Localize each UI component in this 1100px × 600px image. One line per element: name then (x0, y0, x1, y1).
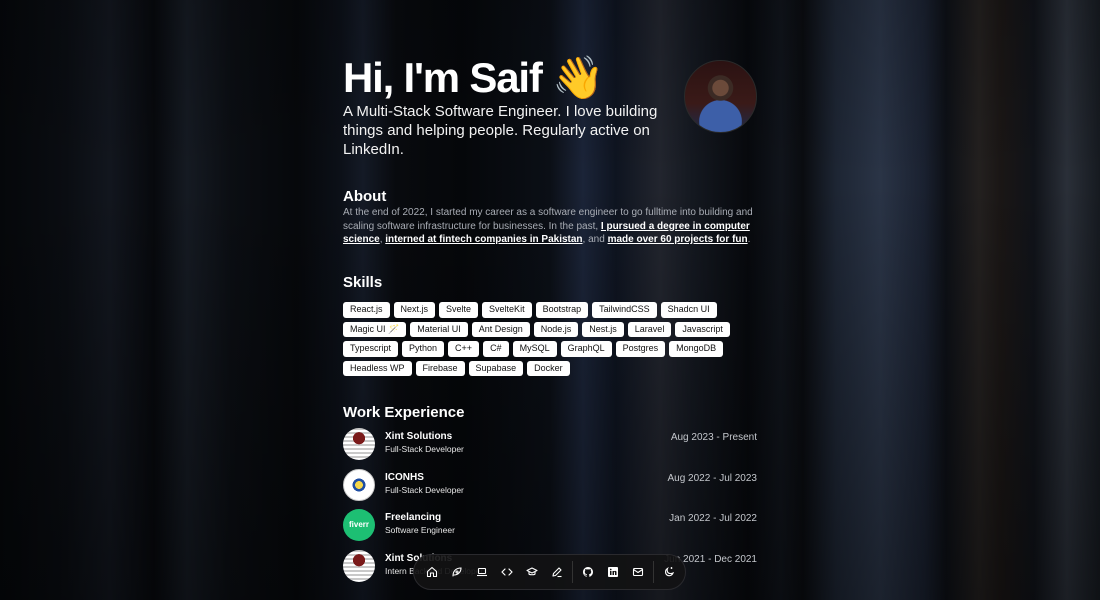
mail-icon[interactable] (628, 562, 648, 582)
job-dates: Aug 2023 - Present (670, 432, 757, 443)
skill-badge: Postgres (615, 341, 666, 357)
job-dates: Aug 2022 - Jul 2023 (667, 473, 757, 484)
skill-badge: C++ (448, 341, 480, 357)
about-text-part: . (747, 234, 751, 245)
company-name: ICONHS (385, 472, 424, 483)
theme-toggle-icon[interactable] (659, 562, 679, 582)
skill-badge: Python (402, 341, 445, 357)
job-dates: Jan 2022 - Jul 2022 (669, 513, 757, 524)
skill-badge: Node.js (533, 321, 579, 337)
xint-logo (343, 550, 375, 582)
work-item[interactable]: ICONHS Full-Stack Developer Aug 2022 - J… (343, 469, 757, 503)
laptop-icon[interactable] (472, 562, 492, 582)
hero-title: Hi, I'm Saif 👋 (343, 54, 604, 101)
skill-badge: Next.js (393, 302, 436, 318)
projects-link[interactable]: made over 60 projects for fun (608, 234, 748, 245)
pencil-icon[interactable] (547, 562, 567, 582)
work-item[interactable]: Xint Solutions Full-Stack Developer Aug … (343, 428, 757, 462)
pen-nib-icon[interactable] (447, 562, 467, 582)
hero-subtitle: A Multi-Stack Software Engineer. I love … (343, 103, 658, 158)
job-role: Full-Stack Developer (385, 485, 464, 495)
skill-badge: Nest.js (582, 321, 624, 337)
skill-badge: Headless WP (343, 360, 412, 376)
company-name: Xint Solutions (385, 431, 453, 442)
home-icon[interactable] (422, 562, 442, 582)
skill-badge: SvelteKit (482, 302, 532, 318)
job-role: Full-Stack Developer (385, 444, 464, 454)
work-item[interactable]: fiverr Freelancing Software Engineer Jan… (343, 509, 757, 543)
skill-badge: C# (483, 341, 509, 357)
skill-badge: Firebase (415, 360, 465, 376)
github-icon[interactable] (578, 562, 598, 582)
internship-link[interactable]: interned at fintech companies in Pakista… (385, 234, 582, 245)
xint-logo (343, 428, 375, 460)
graduation-cap-icon[interactable] (522, 562, 542, 582)
skill-badge: Magic UI 🪄 (343, 321, 407, 337)
skill-badge: Javascript (675, 321, 730, 337)
skill-badge: Material UI (410, 321, 468, 337)
iconhs-logo (343, 469, 375, 501)
skill-badge: MySQL (512, 341, 557, 357)
linkedin-icon[interactable] (603, 562, 623, 582)
job-role: Software Engineer (385, 525, 455, 535)
about-title: About (343, 188, 387, 205)
fiverr-logo: fiverr (343, 509, 375, 541)
about-text-part: , and (582, 234, 608, 245)
skill-badge: React.js (343, 302, 390, 318)
skill-badge: Docker (527, 360, 570, 376)
skill-badge: Svelte (439, 302, 479, 318)
skill-badge: GraphQL (560, 341, 612, 357)
work-title: Work Experience (343, 404, 465, 421)
skill-badge: Typescript (343, 341, 399, 357)
skill-badge: MongoDB (669, 341, 724, 357)
skill-badge: Shadcn UI (660, 302, 717, 318)
skill-badge: Bootstrap (535, 302, 589, 318)
dock-separator (572, 561, 573, 583)
portfolio-page: Hi, I'm Saif 👋 A Multi-Stack Software En… (343, 0, 757, 600)
skill-badge: Supabase (468, 360, 524, 376)
skill-badge: Laravel (627, 321, 672, 337)
dock-separator (653, 561, 654, 583)
about-text: At the end of 2022, I started my career … (343, 206, 757, 247)
skill-badge: TailwindCSS (592, 302, 657, 318)
avatar (684, 60, 757, 133)
company-name: Freelancing (385, 512, 442, 523)
dock-nav (413, 554, 686, 590)
skill-badge: Ant Design (471, 321, 530, 337)
code-icon[interactable] (497, 562, 517, 582)
skills-title: Skills (343, 274, 383, 291)
skills-list: React.js Next.js Svelte SvelteKit Bootst… (343, 302, 757, 376)
